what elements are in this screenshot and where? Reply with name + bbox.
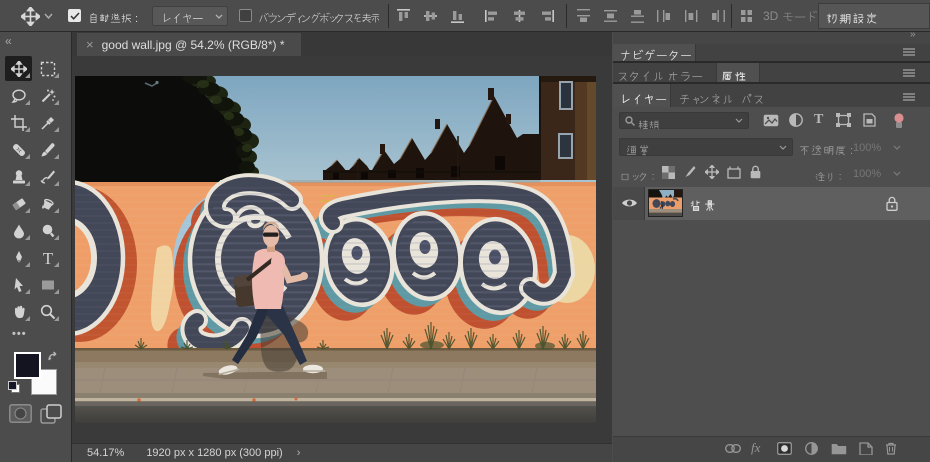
svg-text:T: T	[43, 250, 54, 266]
